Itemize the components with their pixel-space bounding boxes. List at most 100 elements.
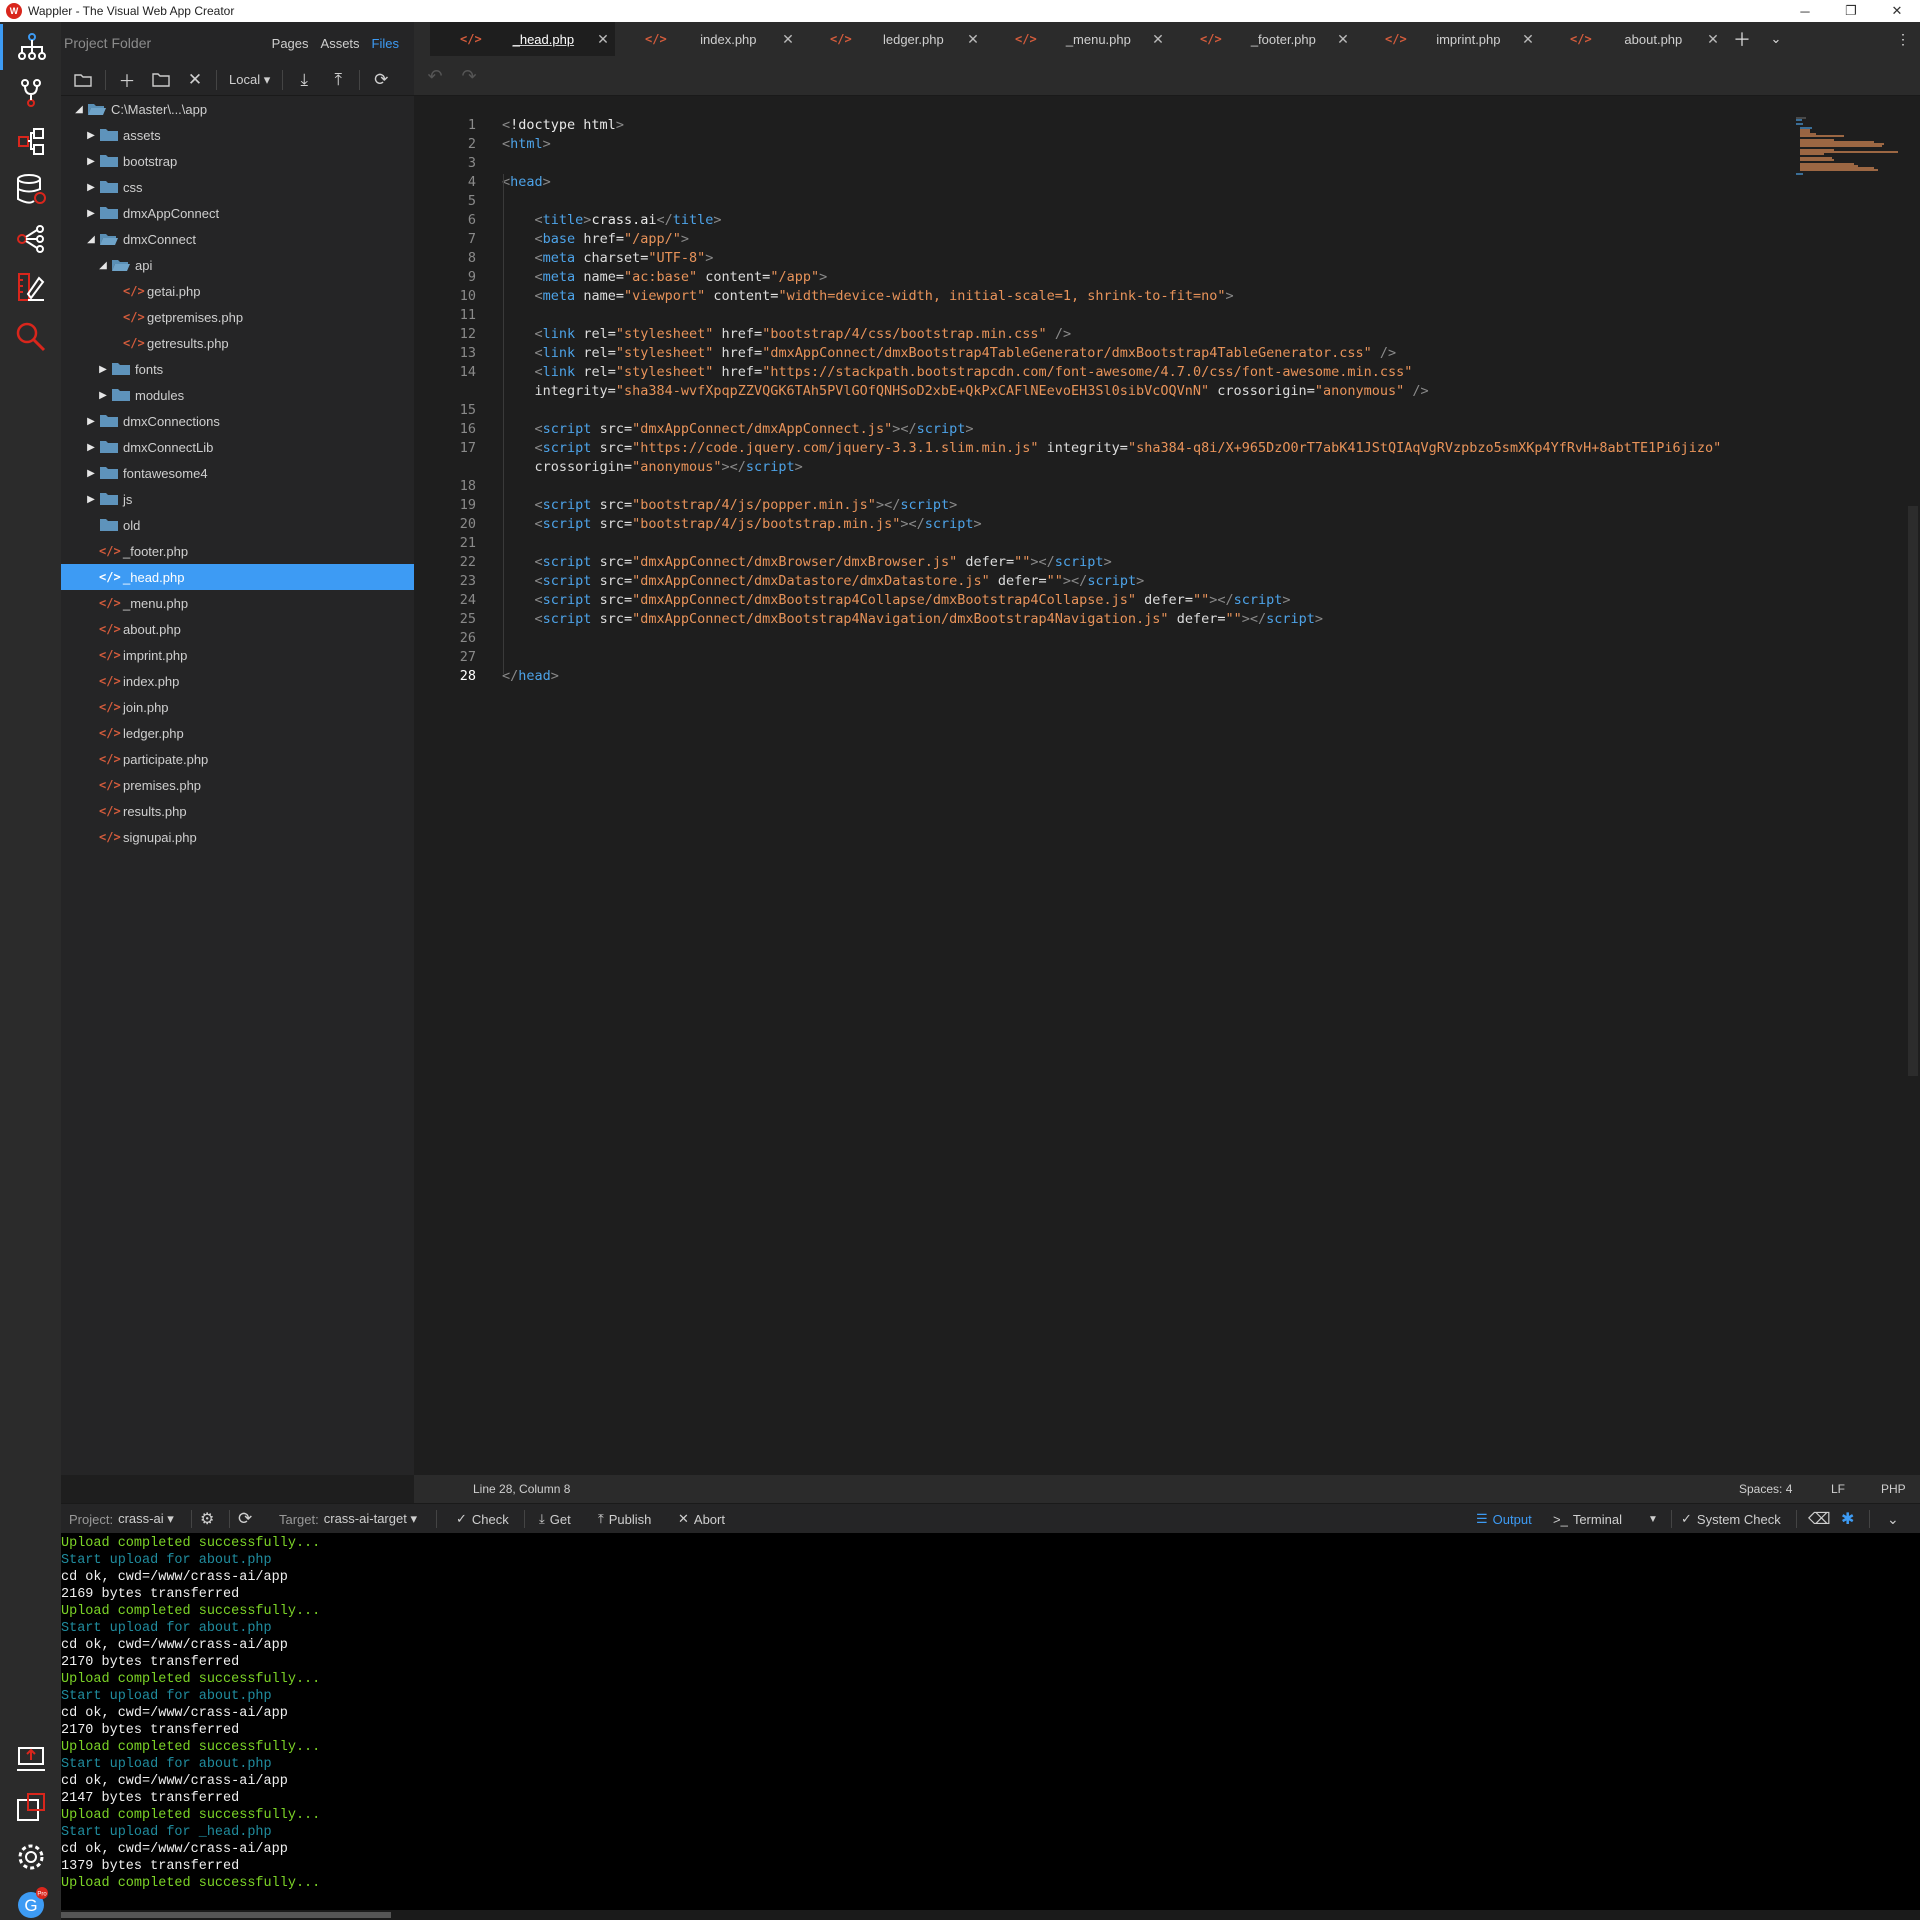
close-tab-icon[interactable]: ✕ xyxy=(776,31,800,48)
expand-right-icon[interactable]: ▶ xyxy=(83,182,99,193)
tree-folder[interactable]: ▶ bootstrap xyxy=(61,148,414,174)
expand-down-icon[interactable]: ◢ xyxy=(71,104,87,115)
editor-tab[interactable]: </> _head.php ✕ xyxy=(430,22,615,56)
project-dropdown[interactable]: crass-ai ▾ xyxy=(118,1511,174,1527)
settings-icon[interactable] xyxy=(0,1834,61,1880)
tree-file[interactable]: </> _footer.php xyxy=(61,538,414,564)
close-window-button[interactable]: ✕ xyxy=(1874,0,1920,22)
tree-folder[interactable]: ◢ api xyxy=(61,252,414,278)
tree-file[interactable]: </> _head.php xyxy=(61,564,414,590)
publish-button[interactable]: ⤒ Publish xyxy=(598,1504,651,1534)
expand-right-icon[interactable]: ▶ xyxy=(83,156,99,167)
close-tab-icon[interactable]: ✕ xyxy=(1516,31,1540,48)
tree-file[interactable]: </> _menu.php xyxy=(61,590,414,616)
tab-pages[interactable]: Pages xyxy=(272,36,309,51)
new-file-icon[interactable]: ＋ xyxy=(110,66,144,94)
debug-icon[interactable]: ✱ xyxy=(1841,1504,1854,1534)
search-icon[interactable] xyxy=(0,314,61,360)
expand-right-icon[interactable]: ▶ xyxy=(95,390,111,401)
expand-right-icon[interactable]: ▶ xyxy=(83,442,99,453)
tab-files[interactable]: Files xyxy=(372,36,399,51)
expand-down-icon[interactable]: ◢ xyxy=(95,260,111,271)
tab-assets[interactable]: Assets xyxy=(321,36,360,51)
terminal-dropdown-icon[interactable]: ▼ xyxy=(1648,1504,1658,1534)
tree-folder[interactable]: ▶ dmxConnectLib xyxy=(61,434,414,460)
tree-folder[interactable]: ▶ dmxAppConnect xyxy=(61,200,414,226)
tree-folder[interactable]: ▶ fonts xyxy=(61,356,414,382)
close-tab-icon[interactable]: ✕ xyxy=(961,31,985,48)
indent-setting[interactable]: Spaces: 4 xyxy=(1739,1482,1792,1496)
editor-tab[interactable]: </> about.php ✕ xyxy=(1540,22,1725,56)
tree-file[interactable]: </> results.php xyxy=(61,798,414,824)
editor-tab[interactable]: </> ledger.php ✕ xyxy=(800,22,985,56)
tree-file[interactable]: </> ledger.php xyxy=(61,720,414,746)
design-icon[interactable] xyxy=(0,264,61,310)
output-console[interactable]: Upload completed successfully... Start up… xyxy=(61,1533,1920,1910)
collapse-panel-icon[interactable]: ⌄ xyxy=(1887,1504,1899,1534)
expand-right-icon[interactable]: ▶ xyxy=(83,494,99,505)
tree-file[interactable]: </> join.php xyxy=(61,694,414,720)
output-tab[interactable]: ☰ Output xyxy=(1476,1504,1532,1534)
tree-folder[interactable]: ▶ modules xyxy=(61,382,414,408)
code-editor[interactable]: 1 <!doctype html> 2 <html> 3 4 <head> 5 6 <title… xyxy=(414,116,1904,1473)
expand-right-icon[interactable]: ▶ xyxy=(95,364,111,375)
tree-file[interactable]: </> about.php xyxy=(61,616,414,642)
workflow-icon[interactable] xyxy=(0,118,61,164)
delete-icon[interactable]: ✕ xyxy=(178,66,212,94)
open-folder-icon[interactable] xyxy=(67,66,101,94)
new-tab-icon[interactable]: ＋ xyxy=(1725,22,1759,56)
tree-file[interactable]: </> index.php xyxy=(61,668,414,694)
tree-folder[interactable]: old xyxy=(61,512,414,538)
tree-file[interactable]: </> getpremises.php xyxy=(61,304,414,330)
tree-folder[interactable]: ▶ assets xyxy=(61,122,414,148)
abort-button[interactable]: ✕ Abort xyxy=(678,1504,725,1534)
editor-tab[interactable]: </> _footer.php ✕ xyxy=(1170,22,1355,56)
editor-tab[interactable]: </> _menu.php ✕ xyxy=(985,22,1170,56)
tree-folder[interactable]: ◢ C:\Master\...\app xyxy=(61,96,414,122)
clear-output-icon[interactable]: ⌫ xyxy=(1808,1504,1831,1534)
git-icon[interactable] xyxy=(0,70,61,116)
tree-folder[interactable]: ▶ css xyxy=(61,174,414,200)
expand-right-icon[interactable]: ▶ xyxy=(83,208,99,219)
tree-folder[interactable]: ◢ dmxConnect xyxy=(61,226,414,252)
database-icon[interactable] xyxy=(0,166,61,212)
project-settings-icon[interactable]: ⚙ xyxy=(200,1504,214,1534)
tree-folder[interactable]: ▶ dmxConnections xyxy=(61,408,414,434)
system-check-button[interactable]: ✓ System Check xyxy=(1681,1504,1781,1534)
publish-icon[interactable] xyxy=(0,1736,61,1782)
target-dropdown[interactable]: crass-ai-target ▾ xyxy=(324,1511,417,1527)
cursor-position[interactable]: Line 28, Column 8 xyxy=(473,1482,570,1496)
tree-file[interactable]: </> premises.php xyxy=(61,772,414,798)
redo-icon[interactable]: ↷ xyxy=(454,62,484,90)
tree-folder[interactable]: ▶ fontawesome4 xyxy=(61,460,414,486)
tree-file[interactable]: </> getresults.php xyxy=(61,330,414,356)
plugin-icon[interactable] xyxy=(0,1784,61,1830)
refresh-icon[interactable]: ⟳ xyxy=(364,66,398,94)
tree-folder[interactable]: ▶ js xyxy=(61,486,414,512)
user-avatar-icon[interactable]: G Pro xyxy=(0,1880,61,1920)
expand-right-icon[interactable]: ▶ xyxy=(83,130,99,141)
tree-file[interactable]: </> getai.php xyxy=(61,278,414,304)
editor-tab[interactable]: </> index.php ✕ xyxy=(615,22,800,56)
upload-icon[interactable]: ⤒ xyxy=(321,66,355,94)
code-minimap[interactable] xyxy=(1794,116,1904,176)
app-structure-icon[interactable] xyxy=(0,24,61,70)
tree-file[interactable]: </> imprint.php xyxy=(61,642,414,668)
undo-icon[interactable]: ↶ xyxy=(420,62,450,90)
download-icon[interactable]: ⤓ xyxy=(287,66,321,94)
minimize-button[interactable]: ─ xyxy=(1782,0,1828,22)
tree-file[interactable]: </> signupai.php xyxy=(61,824,414,850)
more-options-icon[interactable]: ⋮ xyxy=(1886,22,1920,56)
new-folder-icon[interactable] xyxy=(144,66,178,94)
close-tab-icon[interactable]: ✕ xyxy=(1146,31,1170,48)
editor-tab[interactable]: </> imprint.php ✕ xyxy=(1355,22,1540,56)
tree-file[interactable]: </> participate.php xyxy=(61,746,414,772)
check-button[interactable]: ✓ Check xyxy=(456,1504,509,1534)
expand-right-icon[interactable]: ▶ xyxy=(83,416,99,427)
resources-icon[interactable] xyxy=(0,216,61,262)
close-tab-icon[interactable]: ✕ xyxy=(1701,31,1725,48)
maximize-button[interactable]: ❐ xyxy=(1828,0,1874,22)
terminal-tab[interactable]: >_ Terminal xyxy=(1553,1504,1622,1534)
close-tab-icon[interactable]: ✕ xyxy=(1331,31,1355,48)
console-scrollbar[interactable] xyxy=(61,1910,1920,1920)
